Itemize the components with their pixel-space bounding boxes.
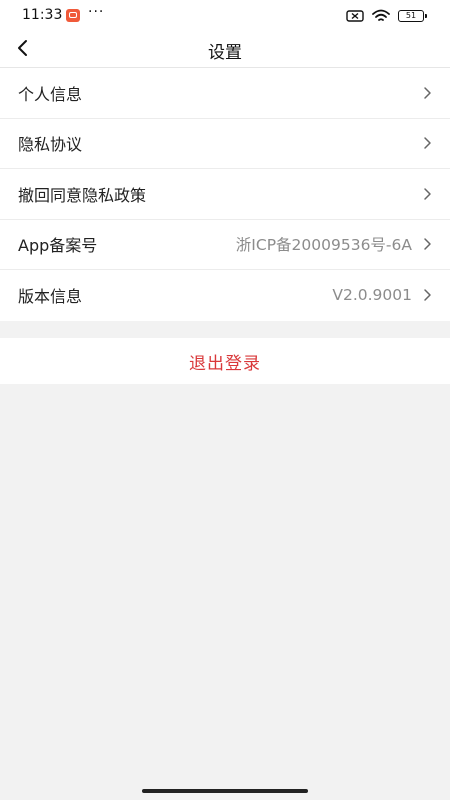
menu-item-label: 个人信息 <box>18 84 83 104</box>
chevron-right-icon <box>424 289 431 301</box>
battery-icon: 51 <box>398 10 427 22</box>
menu-item-version-info[interactable]: 版本信息 V2.0.9001 <box>0 270 450 321</box>
chevron-right-icon <box>424 238 431 250</box>
sim-off-icon <box>346 10 364 22</box>
page-title: 设置 <box>208 43 242 63</box>
chevron-right-icon <box>424 137 431 149</box>
menu-item-label: 隐私协议 <box>18 135 83 155</box>
status-more-icon: ··· <box>88 4 105 20</box>
menu-item-value: V2.0.9001 <box>332 286 412 305</box>
menu-item-app-filing-number[interactable]: App备案号 浙ICP备20009536号-6A <box>0 220 450 270</box>
menu-item-label: App备案号 <box>18 236 98 256</box>
menu-item-withdraw-consent[interactable]: 撤回同意隐私政策 <box>0 169 450 220</box>
header: 设置 <box>0 32 450 67</box>
wifi-icon <box>372 9 390 21</box>
menu-item-value: 浙ICP备20009536号-6A <box>235 236 412 255</box>
logout-label: 退出登录 <box>189 353 261 374</box>
menu-item-privacy-agreement[interactable]: 隐私协议 <box>0 119 450 169</box>
status-time: 11:33 <box>22 7 63 23</box>
logout-button[interactable]: 退出登录 <box>0 338 450 384</box>
notification-app-icon <box>66 9 80 22</box>
menu-item-label: 撤回同意隐私政策 <box>18 185 147 205</box>
battery-level: 51 <box>405 11 417 20</box>
settings-list: 个人信息 隐私协议 撤回同意隐私政策 App备案号 浙ICP备20009536号… <box>0 68 450 321</box>
status-bar: 11:33 ··· 51 <box>0 0 450 32</box>
chevron-right-icon <box>424 188 431 200</box>
status-icons: 51 <box>346 8 427 24</box>
chevron-right-icon <box>424 87 431 99</box>
menu-item-label: 版本信息 <box>18 287 83 307</box>
home-indicator[interactable] <box>142 789 308 793</box>
menu-item-personal-info[interactable]: 个人信息 <box>0 68 450 119</box>
